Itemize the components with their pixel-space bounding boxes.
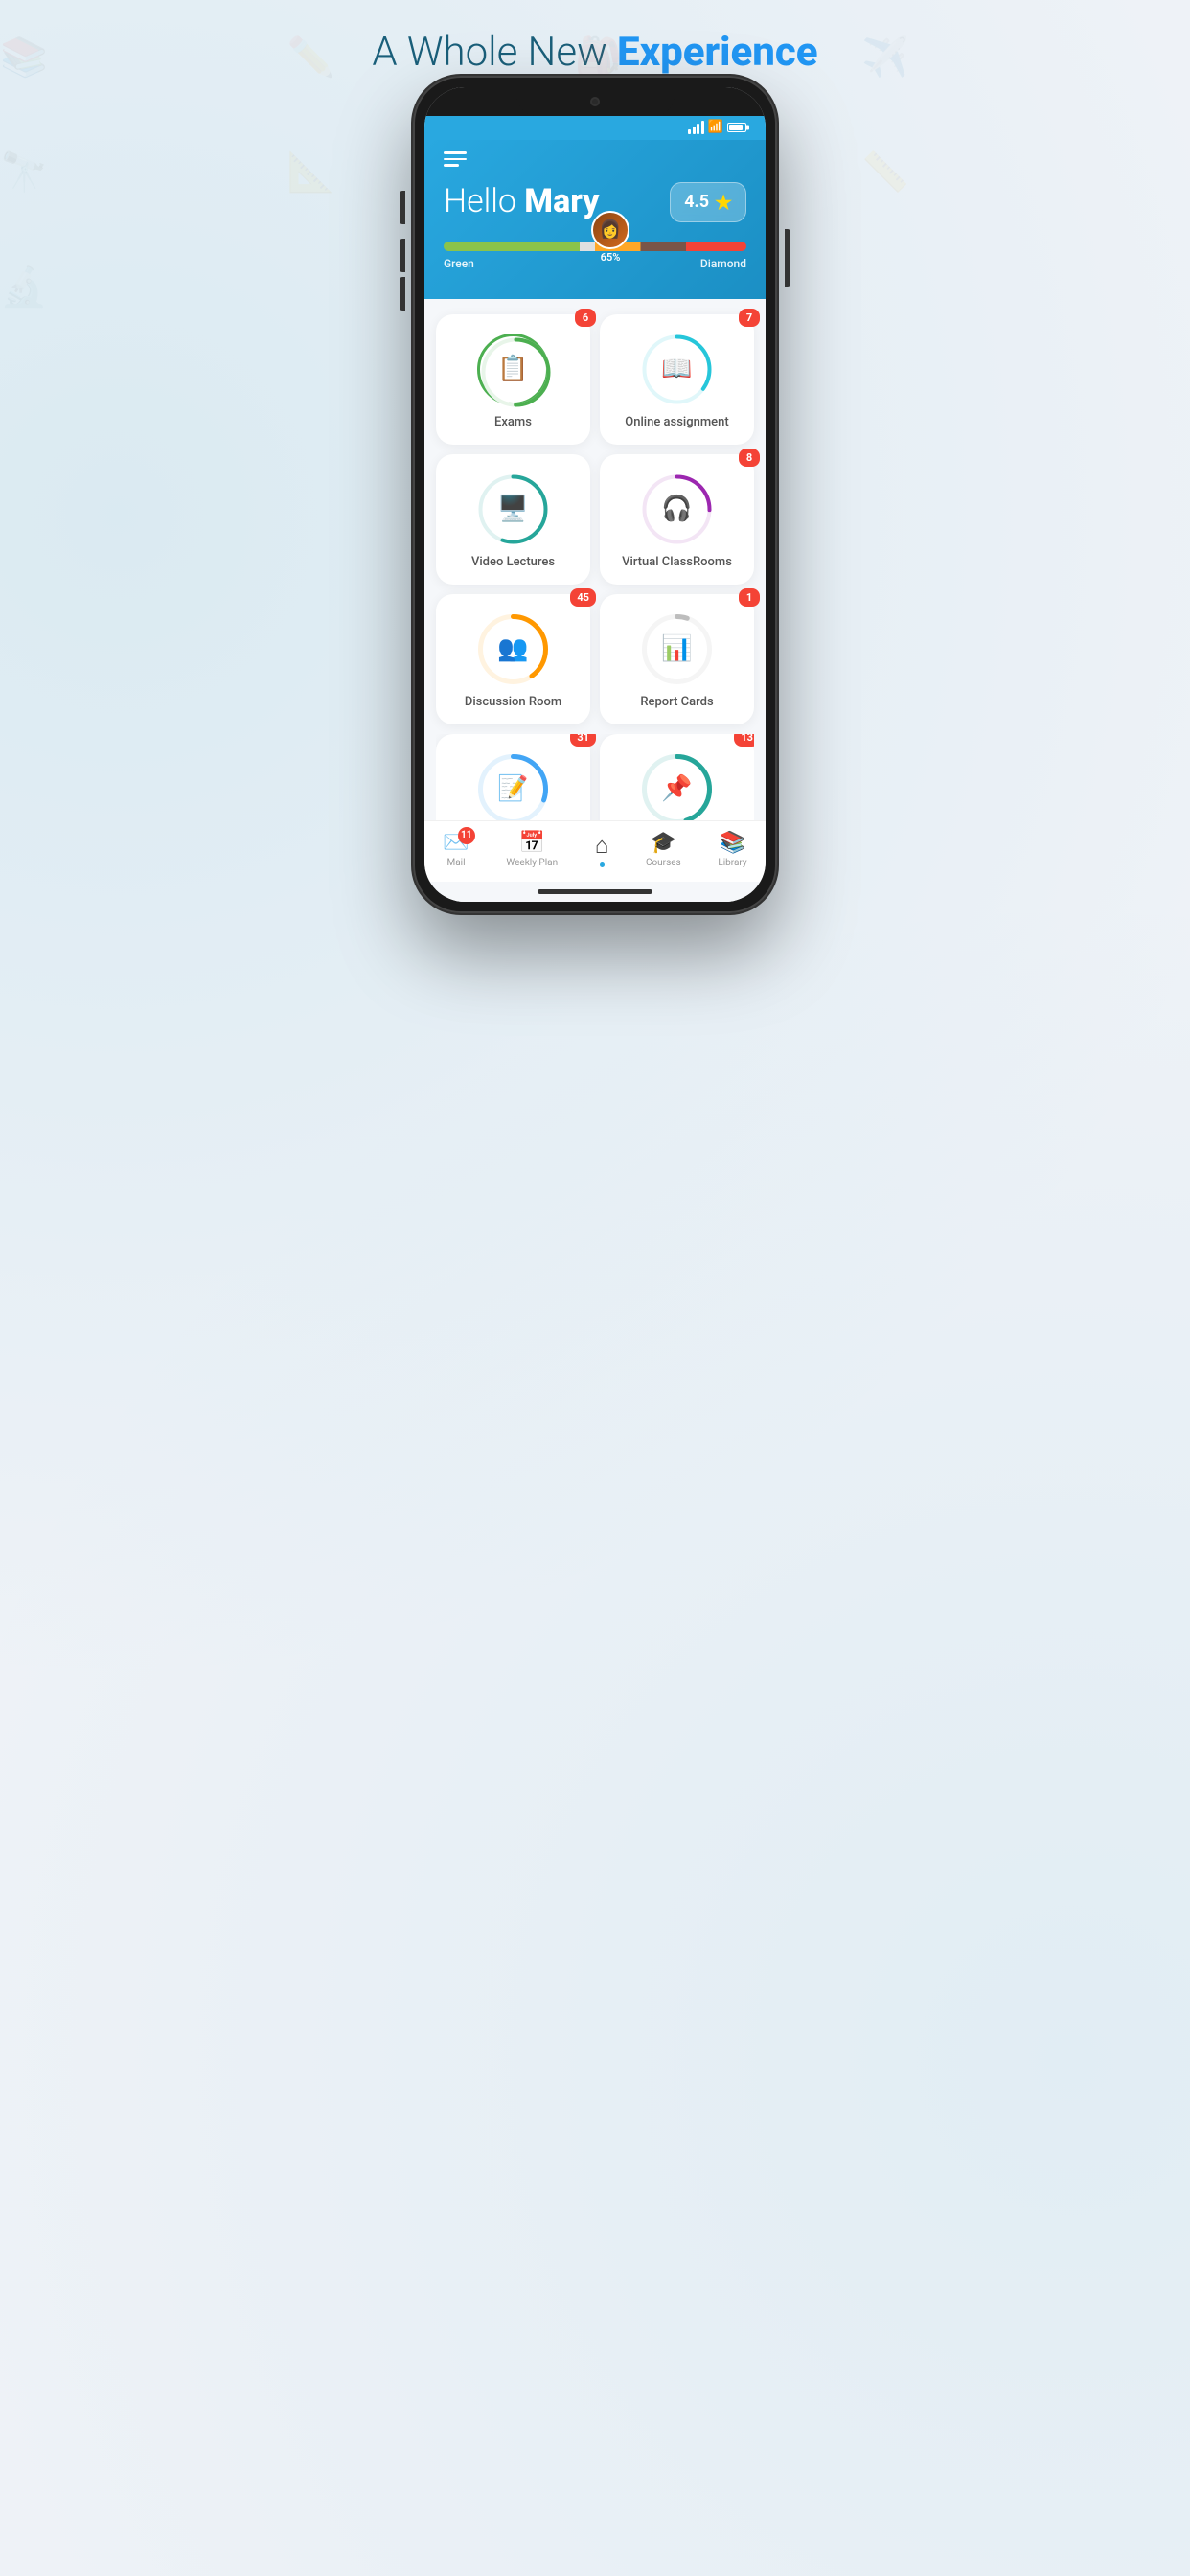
icon-circle-exams: 📋 bbox=[477, 334, 549, 405]
card-partial-left[interactable]: 31 📝 bbox=[436, 734, 590, 820]
badge-partial-right: 13 bbox=[734, 734, 754, 747]
video-lectures-label: Video Lectures bbox=[471, 555, 555, 569]
notch bbox=[516, 87, 675, 116]
camera-notch bbox=[590, 97, 600, 106]
battery-fill bbox=[729, 125, 743, 130]
greeting: Hello Mary bbox=[444, 182, 600, 221]
nav-mail[interactable]: 11 ✉️ Mail bbox=[433, 831, 478, 868]
library-icon: 📚 bbox=[720, 831, 745, 855]
bottom-nav: 11 ✉️ Mail 📅 Weekly Plan ⌂ 🎓 Courses bbox=[424, 820, 766, 882]
card-discussion-room[interactable]: 45 👥 Discussion Room bbox=[436, 594, 590, 724]
signal-bar-3 bbox=[697, 124, 699, 134]
signal-bar-1 bbox=[688, 129, 691, 134]
report-cards-label: Report Cards bbox=[640, 695, 713, 709]
icon-circle-report-cards: 📊 bbox=[641, 613, 713, 685]
hamburger-line-1 bbox=[444, 151, 467, 154]
greeting-name: Mary bbox=[524, 182, 599, 220]
mail-label: Mail bbox=[447, 858, 466, 868]
icon-circle-discussion-room: 👥 bbox=[477, 613, 549, 685]
home-active-dot bbox=[600, 862, 605, 867]
card-exams[interactable]: 6 📋 Exams bbox=[436, 314, 590, 445]
library-label: Library bbox=[718, 858, 746, 868]
status-bar: 📶 bbox=[424, 116, 766, 140]
icon-circle-partial-right: 📌 bbox=[641, 753, 713, 820]
badge-online-assignment: 7 bbox=[739, 309, 760, 327]
home-icon: ⌂ bbox=[595, 832, 609, 860]
grid-row-3: 45 👥 Discussion Room 1 bbox=[436, 594, 754, 724]
weekly-plan-icon: 📅 bbox=[519, 831, 545, 855]
progress-percent: 65% bbox=[601, 251, 621, 264]
nav-badge-mail: 11 bbox=[458, 827, 475, 844]
level-end: Diamond bbox=[700, 257, 746, 270]
courses-label: Courses bbox=[646, 858, 681, 868]
avatar: 👩 bbox=[591, 211, 629, 249]
weekly-plan-label: Weekly Plan bbox=[506, 858, 558, 868]
content-area: 6 📋 Exams 7 bbox=[424, 299, 766, 820]
progress-section: 👩 65% Green Diamond bbox=[444, 242, 746, 270]
rating-badge[interactable]: 4.5 ★ bbox=[670, 182, 746, 222]
hamburger-line-3 bbox=[444, 164, 459, 167]
home-indicator bbox=[538, 889, 652, 894]
courses-icon: 🎓 bbox=[651, 831, 676, 855]
discussion-room-label: Discussion Room bbox=[465, 695, 561, 709]
virtual-classrooms-label: Virtual ClassRooms bbox=[622, 555, 732, 569]
badge-exams: 6 bbox=[575, 309, 596, 327]
avatar-container: 👩 65% bbox=[591, 211, 629, 264]
nav-library[interactable]: 📚 Library bbox=[708, 831, 756, 868]
phone-frame: 📶 Hello Mary 4.5 ★ bbox=[413, 76, 777, 913]
badge-partial-left: 31 bbox=[570, 734, 596, 747]
icon-circle-partial-left: 📝 bbox=[477, 753, 549, 820]
partial-right-icon: 📌 bbox=[661, 774, 692, 803]
nav-weekly-plan[interactable]: 📅 Weekly Plan bbox=[496, 831, 567, 868]
online-assignment-icon: 📖 bbox=[661, 355, 692, 383]
virtual-classrooms-icon: 🎧 bbox=[661, 494, 692, 523]
badge-report-cards: 1 bbox=[739, 588, 760, 607]
battery-icon bbox=[727, 123, 746, 132]
signal-bar-4 bbox=[701, 121, 704, 134]
online-assignment-label: Online assignment bbox=[625, 415, 728, 429]
headline-plain: A Whole New bbox=[372, 29, 617, 76]
status-icons: 📶 bbox=[688, 120, 746, 134]
video-lectures-icon: 🖥️ bbox=[497, 494, 528, 523]
icon-circle-video-lectures: 🖥️ bbox=[477, 473, 549, 545]
phone-screen: 📶 Hello Mary 4.5 ★ bbox=[424, 87, 766, 902]
partial-left-icon: 📝 bbox=[497, 774, 528, 803]
badge-discussion-room: 45 bbox=[570, 588, 596, 607]
level-start: Green bbox=[444, 257, 474, 270]
card-video-lectures[interactable]: 🖥️ Video Lectures bbox=[436, 454, 590, 585]
exams-label: Exams bbox=[494, 415, 532, 429]
headline-accent: Experience bbox=[617, 29, 818, 76]
greeting-plain: Hello bbox=[444, 182, 524, 220]
card-report-cards[interactable]: 1 📊 Report Cards bbox=[600, 594, 754, 724]
hamburger-menu[interactable] bbox=[444, 151, 746, 167]
signal-bar-2 bbox=[693, 126, 696, 134]
page-headline: A Whole New Experience bbox=[372, 29, 817, 76]
card-partial-right[interactable]: 13 📌 bbox=[600, 734, 754, 820]
grid-row-1: 6 📋 Exams 7 bbox=[436, 314, 754, 445]
bottom-bar bbox=[424, 882, 766, 902]
nav-home[interactable]: ⌂ bbox=[585, 832, 619, 867]
card-online-assignment[interactable]: 7 📖 Online assignment bbox=[600, 314, 754, 445]
card-virtual-classrooms[interactable]: 8 🎧 Virtual ClassRooms bbox=[600, 454, 754, 585]
exams-icon: 📋 bbox=[497, 355, 528, 383]
discussion-room-icon: 👥 bbox=[497, 634, 528, 663]
signal-bars bbox=[688, 121, 704, 134]
star-icon: ★ bbox=[715, 191, 732, 214]
partial-row: 31 📝 13 bbox=[436, 734, 754, 820]
report-cards-icon: 📊 bbox=[661, 634, 692, 663]
icon-circle-virtual-classrooms: 🎧 bbox=[641, 473, 713, 545]
hamburger-line-2 bbox=[444, 158, 467, 161]
badge-virtual-classrooms: 8 bbox=[739, 448, 760, 467]
wifi-icon: 📶 bbox=[708, 120, 723, 134]
nav-courses[interactable]: 🎓 Courses bbox=[636, 831, 691, 868]
rating-value: 4.5 bbox=[684, 192, 709, 212]
icon-circle-online-assignment: 📖 bbox=[641, 334, 713, 405]
app-header: Hello Mary 4.5 ★ 👩 65% Green Diamond bbox=[424, 140, 766, 299]
grid-row-2: 🖥️ Video Lectures 8 🎧 Virtual ClassRoom bbox=[436, 454, 754, 585]
